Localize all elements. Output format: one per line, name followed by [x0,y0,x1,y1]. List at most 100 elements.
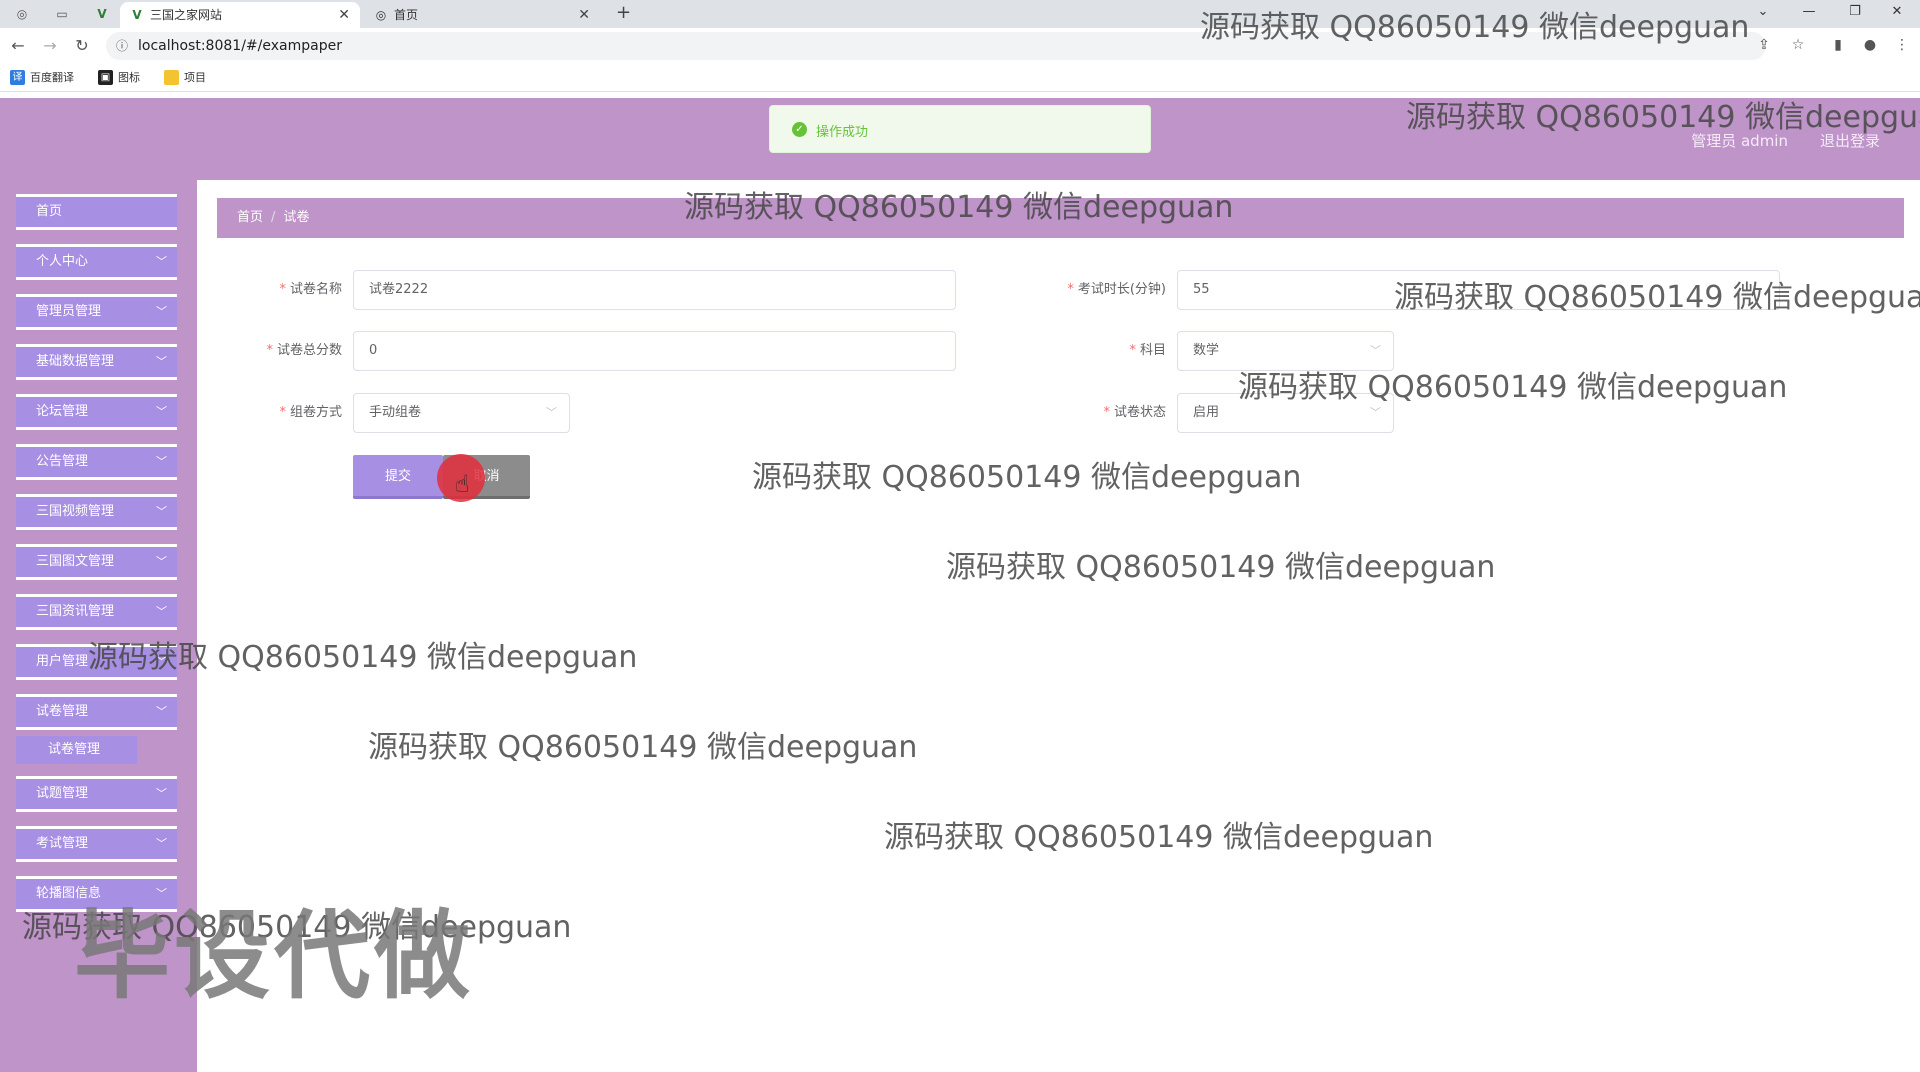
label-text: 试卷状态 [1113,405,1166,420]
sidepanel-icon[interactable]: ▮ [1828,37,1848,53]
sidebar-item-announcements[interactable]: 公告管理 ﹀ [16,444,177,480]
minimize-icon[interactable]: — [1786,0,1832,24]
chevron-down-icon: ﹀ [1370,344,1381,357]
sidebar-item-forum[interactable]: 论坛管理 ﹀ [16,394,177,430]
label-text: 考试时长(分钟) [1077,282,1166,297]
logout-link[interactable]: 退出登录 [1820,130,1880,151]
duration-label: * 考试时长(分钟) [1036,270,1166,310]
sidebar-item-label: 三国图文管理 [36,554,115,569]
chevron-down-icon: ﹀ [546,406,557,419]
required-mark: * [1129,343,1136,358]
status-select[interactable]: 启用 ﹀ [1177,393,1394,433]
toast-message: 操作成功 [816,125,869,140]
chevron-down-icon: ﹀ [156,455,167,468]
sidebar-item-label: 基础数据管理 [36,354,115,369]
sidebar-item-admin-management[interactable]: 管理员管理 ﹀ [16,294,177,330]
sidebar-item-exam-papers[interactable]: 试卷管理 ﹀ [16,694,177,730]
tab-active[interactable]: V 三国之家网站 ✕ [120,2,360,28]
sidebar-item-users[interactable]: 用户管理 ﹀ [16,644,177,680]
required-mark: * [1067,282,1074,297]
sidebar-item-basic-data[interactable]: 基础数据管理 ﹀ [16,344,177,380]
url-field[interactable]: ⓘ localhost:8081/#/exampaper [106,32,1766,60]
required-mark: * [279,405,286,420]
sidebar-item-label: 试卷管理 [36,704,89,719]
globe-icon: ◎ [375,8,387,22]
tab-home[interactable]: ◎ 首页 ✕ [364,2,600,28]
image-icon: ▣ [98,70,113,85]
blank-tab-icon[interactable]: ▭ [52,4,72,24]
tab-title: 三国之家网站 [150,8,223,22]
star-icon[interactable]: ☆ [1788,37,1808,53]
chevron-down-icon[interactable]: ⌄ [1740,0,1786,24]
sidebar-item-videos[interactable]: 三国视频管理 ﹀ [16,494,177,530]
subject-select[interactable]: 数学 ﹀ [1177,331,1394,371]
breadcrumb-separator: / [271,210,276,225]
sidebar-item-label: 轮播图信息 [36,886,102,901]
restore-icon[interactable]: ❐ [1832,0,1878,24]
info-icon[interactable]: ⓘ [116,32,128,60]
compose-method-select[interactable]: 手动组卷 ﹀ [353,393,570,433]
required-mark: * [266,343,273,358]
bookmark-label: 图标 [118,71,140,84]
forward-icon[interactable]: → [40,36,60,55]
sidebar-item-home[interactable]: 首页 [16,194,177,230]
close-icon[interactable]: ✕ [338,2,350,28]
sidebar-item-carousel[interactable]: 轮播图信息 ﹀ [16,876,177,912]
menu-dots-icon[interactable]: ⋮ [1892,37,1912,53]
bookmark-label: 百度翻译 [30,71,74,84]
sidebar-item-articles[interactable]: 三国图文管理 ﹀ [16,544,177,580]
browser-tab-bar: ◎ ▭ V V 三国之家网站 ✕ ◎ 首页 ✕ + ⌄ — ❐ ✕ [0,0,1920,28]
total-score-input[interactable]: 0 [353,331,956,371]
chevron-down-icon: ﹀ [156,787,167,800]
chevron-down-icon: ﹀ [156,355,167,368]
close-window-icon[interactable]: ✕ [1874,0,1920,24]
vue-icon: V [132,8,142,22]
reload-icon[interactable]: ↻ [72,36,92,55]
select-value: 数学 [1193,343,1220,358]
input-value: 试卷2222 [369,282,429,297]
sidebar-item-label: 三国资讯管理 [36,604,115,619]
back-icon[interactable]: ← [8,36,28,55]
chevron-down-icon: ﹀ [156,555,167,568]
user-info: 管理员 admin [1691,132,1788,150]
hand-cursor-icon: ☝ [455,470,470,498]
label-text: 科目 [1139,343,1166,358]
share-icon[interactable]: ⇪ [1754,37,1774,53]
required-mark: * [279,282,286,297]
success-toast: ✓ 操作成功 [769,105,1151,153]
new-tab-icon[interactable]: + [616,2,631,23]
status-label: * 试卷状态 [1036,393,1166,433]
bookmark-label: 项目 [184,71,206,84]
select-value: 手动组卷 [369,405,422,420]
submit-button[interactable]: 提交 [353,455,443,499]
duration-input[interactable]: 55 [1177,270,1780,310]
sidebar-item-news[interactable]: 三国资讯管理 ﹀ [16,594,177,630]
sidebar-item-exams[interactable]: 考试管理 ﹀ [16,826,177,862]
close-icon[interactable]: ✕ [578,2,590,28]
folder-icon [164,70,179,85]
input-value: 55 [1193,282,1210,297]
breadcrumb-current: 试卷 [283,210,310,225]
bookmark-project[interactable]: 项目 [164,70,206,86]
submenu-item-label: 试卷管理 [48,742,101,757]
input-value: 0 [369,343,378,358]
sidebar-item-label: 首页 [36,204,63,219]
sidebar-item-personal-center[interactable]: 个人中心 ﹀ [16,244,177,280]
chevron-down-icon: ﹀ [156,887,167,900]
chevron-down-icon: ﹀ [156,505,167,518]
profile-icon[interactable]: ● [1860,37,1880,53]
translate-icon: 译 [10,70,25,85]
paper-name-label: * 试卷名称 [212,270,342,310]
label-text: 试卷总分数 [276,343,342,358]
submenu-item-exam-papers[interactable]: 试卷管理 [16,736,137,764]
breadcrumb-home[interactable]: 首页 [237,210,263,225]
bookmark-baidu-translate[interactable]: 译 百度翻译 [10,70,74,86]
paper-name-input[interactable]: 试卷2222 [353,270,956,310]
sidebar-item-questions[interactable]: 试题管理 ﹀ [16,776,177,812]
tab-title: 首页 [394,8,419,22]
vue-icon[interactable]: V [92,4,112,24]
globe-icon[interactable]: ◎ [12,4,32,24]
bookmark-icons[interactable]: ▣ 图标 [98,70,140,86]
watermark: 源码获取 QQ86050149 微信deepguan [752,460,1302,495]
total-score-label: * 试卷总分数 [212,331,342,371]
